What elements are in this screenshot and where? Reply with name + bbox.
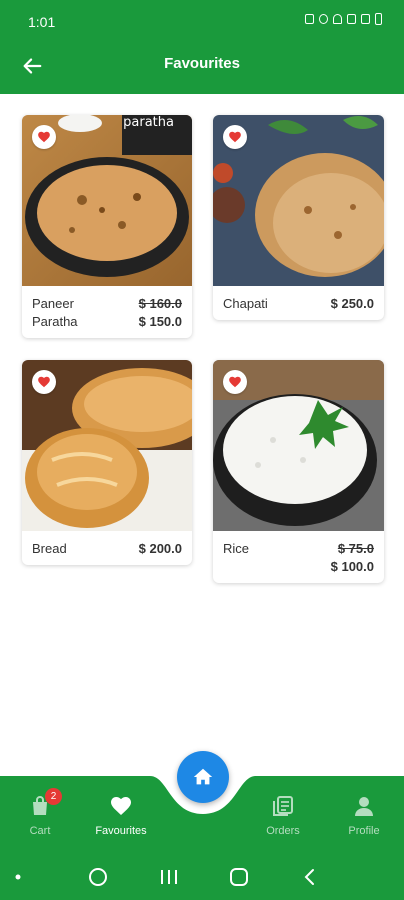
person-icon [355,797,373,816]
app-bar: Favourites [0,40,404,94]
sys-home-icon[interactable] [230,868,248,886]
notification-icon [305,14,314,24]
product-card[interactable]: Rice $ 75.0 $ 100.0 [213,360,384,583]
current-price: $ 150.0 [138,314,182,329]
current-price: $ 100.0 [330,559,374,574]
home-icon [193,768,213,785]
sys-assistant-icon[interactable] [89,868,107,886]
current-price: $ 250.0 [330,296,374,311]
price-box: $ 250.0 [331,295,374,313]
nav-label: Profile [348,825,380,837]
current-price: $ 200.0 [138,541,182,556]
nav-favourites[interactable]: Favourites [86,794,156,837]
signal-icon-2 [361,14,370,24]
original-price: $ 75.0 [337,541,374,556]
sys-dot-icon [15,874,21,880]
product-card[interactable]: Bread $ 200.0 [22,360,192,565]
sys-back-icon[interactable] [304,869,314,885]
page-title: Favourites [164,55,240,72]
status-time: 1:01 [28,14,56,30]
sys-recents-icon[interactable] [161,870,177,884]
nav-cart[interactable]: 2 Cart [5,788,75,837]
heart-icon [229,376,241,388]
heart-icon [38,376,50,388]
signal-icon [347,14,356,24]
favourite-toggle-button[interactable] [32,370,56,394]
heart-icon [229,131,241,143]
product-name: Rice [223,541,250,556]
favourite-toggle-button[interactable] [223,125,247,149]
price-box: $ 75.0 $ 100.0 [331,540,374,576]
nav-label: Orders [266,825,300,837]
image-caption: paratha [123,115,174,130]
nav-label: Cart [29,825,51,837]
home-button[interactable] [177,751,229,803]
price-box: $ 160.0 $ 150.0 [139,295,182,331]
product-name: Paneer Paratha [32,296,78,329]
heart-icon [111,797,131,815]
battery-icon [375,13,382,25]
orders-icon [273,796,293,816]
nav-label: Favourites [95,825,147,837]
bluetooth-icon [319,14,328,24]
system-navigation-bar [0,850,404,900]
wifi-icon [333,14,342,24]
nav-orders[interactable]: Orders [248,794,318,837]
heart-icon [38,131,50,143]
favourite-toggle-button[interactable] [223,370,247,394]
status-bar: 1:01 [0,0,404,40]
favourite-toggle-button[interactable] [32,125,56,149]
product-name: Bread [32,541,67,556]
price-box: $ 200.0 [139,540,182,558]
cart-badge: 2 [45,788,62,805]
status-icons [305,13,382,25]
product-card[interactable]: Chapati $ 250.0 [213,115,384,320]
product-card[interactable]: paratha Paneer Paratha $ 160.0 $ 150.0 [22,115,192,338]
product-name: Chapati [223,296,268,311]
original-price: $ 160.0 [138,296,182,311]
nav-profile[interactable]: Profile [329,794,399,837]
